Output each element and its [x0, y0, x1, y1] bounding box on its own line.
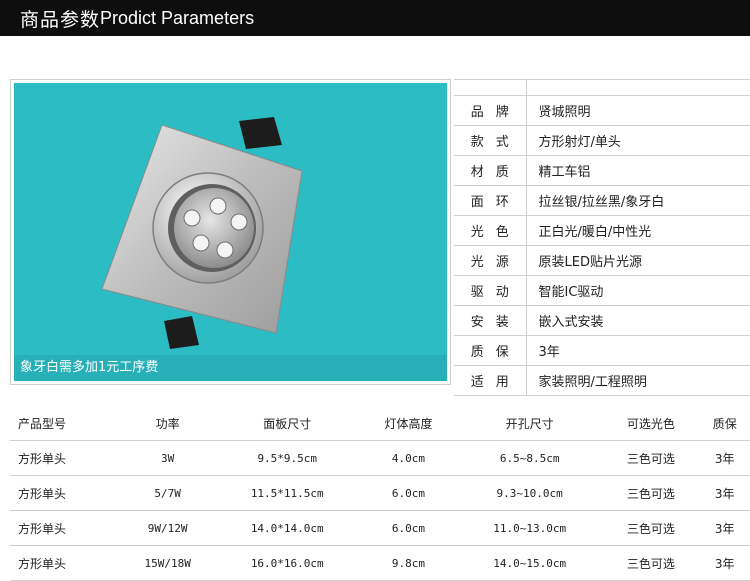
spec-row — [454, 79, 750, 96]
table-cell: 5/7W — [120, 475, 215, 511]
table-cell: 方形单头 — [10, 440, 121, 476]
models-header-cell: 开孔尺寸 — [457, 407, 603, 441]
table-row: 方形单头 5/7W 11.5*11.5cm 6.0cm 9.3~10.0cm 三色可选 3年 — [10, 475, 750, 511]
models-header-cell: 产品型号 — [10, 407, 121, 441]
spec-row: 面环 拉丝银/拉丝黑/象牙白 — [454, 185, 750, 216]
models-header-cell: 灯体高度 — [359, 407, 457, 441]
table-row: 方形单头 3W 9.5*9.5cm 4.0cm 6.5~8.5cm 三色可选 3年 — [10, 440, 750, 476]
spec-row: 质保 3年 — [454, 335, 750, 366]
spec-key: 款式 — [454, 125, 526, 156]
models-header-cell: 可选光色 — [602, 407, 700, 441]
table-row: 方形单头 15W/18W 16.0*16.0cm 9.8cm 14.0~15.0cm 三色… — [10, 545, 750, 581]
table-cell: 16.0*16.0cm — [214, 545, 360, 581]
table-cell: 9.5*9.5cm — [214, 440, 360, 476]
spec-key: 适用 — [454, 365, 526, 396]
table-cell: 三色可选 — [602, 475, 700, 511]
spec-table: 品牌 贤城照明 款式 方形射灯/单头 材质 精工车铝 面环 拉丝银/拉丝黑/象牙白 光色 正白光/… — [454, 79, 750, 396]
spec-value: 贤城照明 — [525, 95, 750, 126]
spec-value: 精工车铝 — [525, 155, 750, 186]
section-title-en: Prodict Parameters — [100, 7, 255, 28]
table-cell: 11.0~13.0cm — [457, 510, 603, 546]
models-table: 产品型号 功率 面板尺寸 灯体高度 开孔尺寸 可选光色 质保 方形单头 3W 9.5*9.5cm… — [10, 407, 750, 581]
spec-key: 驱动 — [454, 275, 526, 306]
table-cell: 4.0cm — [359, 440, 457, 476]
table-row: 方形单头 9W/12W 14.0*14.0cm 6.0cm 11.0~13.0cm 三色可… — [10, 510, 750, 546]
spec-key: 光色 — [454, 215, 526, 246]
table-cell: 3年 — [699, 475, 750, 511]
table-cell: 15W/18W — [120, 545, 215, 581]
spec-row: 驱动 智能IC驱动 — [454, 275, 750, 306]
section-header: 商品参数 Prodict Parameters — [0, 0, 750, 36]
spec-key: 安装 — [454, 305, 526, 336]
table-cell: 三色可选 — [602, 510, 700, 546]
table-cell: 14.0*14.0cm — [214, 510, 360, 546]
spec-value: 3年 — [525, 335, 750, 366]
spec-row: 适用 家装照明/工程照明 — [454, 365, 750, 396]
table-cell: 三色可选 — [602, 440, 700, 476]
spec-row: 品牌 贤城照明 — [454, 95, 750, 126]
spec-row: 材质 精工车铝 — [454, 155, 750, 186]
section-title-cn: 商品参数 — [20, 8, 101, 31]
table-cell: 3年 — [699, 440, 750, 476]
table-cell: 6.0cm — [359, 475, 457, 511]
table-cell: 三色可选 — [602, 545, 700, 581]
photo-caption: 象牙白需多加1元工序费 — [14, 355, 447, 381]
spec-row: 光源 原装LED贴片光源 — [454, 245, 750, 276]
spec-row: 安装 嵌入式安装 — [454, 305, 750, 336]
table-cell: 9.3~10.0cm — [457, 475, 603, 511]
spec-key: 质保 — [454, 335, 526, 366]
spec-key: 面环 — [454, 185, 526, 216]
spec-row: 款式 方形射灯/单头 — [454, 125, 750, 156]
spec-key: 材质 — [454, 155, 526, 186]
spec-row: 光色 正白光/暖白/中性光 — [454, 215, 750, 246]
spec-key — [454, 79, 526, 96]
spec-key: 光源 — [454, 245, 526, 276]
spec-value: 方形射灯/单头 — [525, 125, 750, 156]
spec-value — [525, 79, 750, 96]
spec-value: 正白光/暖白/中性光 — [525, 215, 750, 246]
table-cell: 3年 — [699, 545, 750, 581]
spec-key: 品牌 — [454, 95, 526, 126]
table-cell: 14.0~15.0cm — [457, 545, 603, 581]
spec-value: 拉丝银/拉丝黑/象牙白 — [525, 185, 750, 216]
table-cell: 11.5*11.5cm — [214, 475, 360, 511]
spec-value: 嵌入式安装 — [525, 305, 750, 336]
table-cell: 方形单头 — [10, 545, 121, 581]
spec-value: 原装LED贴片光源 — [525, 245, 750, 276]
table-cell: 3年 — [699, 510, 750, 546]
table-cell: 9.8cm — [359, 545, 457, 581]
spec-value: 家装照明/工程照明 — [525, 365, 750, 396]
table-cell: 6.5~8.5cm — [457, 440, 603, 476]
table-cell: 6.0cm — [359, 510, 457, 546]
table-cell: 9W/12W — [120, 510, 215, 546]
models-header-cell: 功率 — [120, 407, 215, 441]
downlight-illustration — [101, 117, 303, 349]
models-header-cell: 质保 — [699, 407, 750, 441]
table-cell: 3W — [120, 440, 215, 476]
spec-value: 智能IC驱动 — [525, 275, 750, 306]
table-cell: 方形单头 — [10, 475, 121, 511]
product-photo: 象牙白需多加1元工序费 — [10, 79, 451, 385]
models-header-cell: 面板尺寸 — [214, 407, 360, 441]
table-cell: 方形单头 — [10, 510, 121, 546]
